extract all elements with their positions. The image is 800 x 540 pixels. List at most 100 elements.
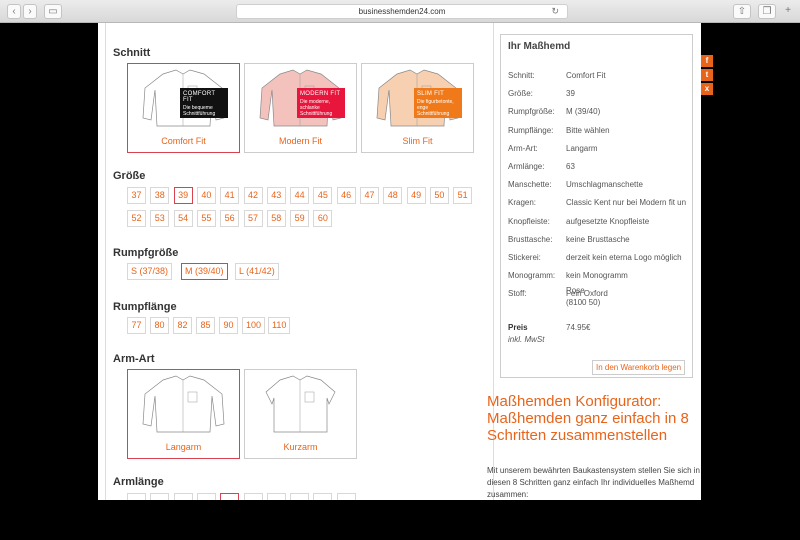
preis-value: 74.95€ [566,323,591,332]
schnitt-option-label: Modern Fit [278,136,322,146]
sidebar-icon[interactable]: ▭ [44,4,62,19]
configurator-column: Schnitt COMFORT FIT Die bequeme Schnittfü… [105,23,494,500]
rumpfgroesse-option[interactable]: M (39/40) [181,263,228,280]
summary-value: 39 [566,89,575,99]
schnitt-option-modern-fit[interactable]: MODERN FIT Die moderne, schlanke Schnittf… [244,63,357,153]
size-option[interactable]: 37 [127,187,146,204]
share-icon[interactable]: ⇧ [733,4,751,19]
armart-heading: Arm-Art [113,353,155,365]
size-option[interactable]: 57 [243,210,263,227]
size-option[interactable]: 49 [406,187,426,204]
fit-tag-title: MODERN FIT [300,91,341,97]
fit-tag-text: Die figurbetonte, enge Schnittführung [417,99,454,117]
summary-value: Umschlagmanschette [566,180,643,190]
preis-label: Preis [508,323,528,332]
size-option[interactable]: 58 [266,210,286,227]
rumpflaenge-option[interactable]: 80 [150,317,169,334]
size-option[interactable]: 45 [313,187,333,204]
size-option[interactable]: 38 [150,187,170,204]
summary-panel: Ihr Maßhemd Schnitt: Comfort Fit Größe: 39 R… [500,34,693,378]
size-option[interactable]: 39 [173,187,193,204]
summary-key: Arm-Art: [508,143,538,153]
shirt-illustration [265,375,336,433]
shirt-illustration [142,375,225,433]
summary-title: Ihr Maßhemd [508,41,571,52]
armlaenge-option[interactable] [196,493,216,500]
size-option[interactable]: 47 [360,187,379,204]
size-option[interactable]: 50 [429,187,449,204]
rumpfgroesse-option[interactable]: L (41/42) [235,263,279,280]
groesse-heading: Größe [113,170,146,182]
armlaenge-option[interactable] [313,493,333,500]
schnitt-option-comfort-fit[interactable]: COMFORT FIT Die bequeme Schnittführung Com… [127,63,240,153]
summary-value: Langarm [566,143,598,153]
fit-tag: SLIM FIT Die figurbetonte, enge Schnittfü… [414,88,462,118]
size-option[interactable]: 43 [266,187,286,204]
summary-key: Armlänge: [508,162,545,171]
armlaenge-option[interactable] [336,493,356,500]
summary-value: 63 [566,162,575,171]
size-option[interactable]: 51 [453,187,473,204]
tabs-icon[interactable]: ❐ [758,4,776,19]
summary-key: Größe: [508,89,533,99]
rumpflaenge-option[interactable]: 82 [173,317,192,334]
summary-key: Stoff: [508,289,527,299]
reload-icon[interactable]: ↻ [551,5,559,18]
summary-key: Kragen: [508,198,537,208]
add-to-cart-button[interactable]: In den Warenkorb legen [592,360,686,375]
size-option[interactable]: 44 [290,187,310,204]
size-option[interactable]: 40 [196,187,216,204]
facebook-icon[interactable]: f [701,55,713,67]
armart-option-kurzarm[interactable]: Kurzarm [244,369,357,459]
armlaenge-option[interactable] [290,493,310,500]
preis-note: inkl. MwSt [508,335,545,344]
forward-icon[interactable]: › [23,4,37,19]
size-option[interactable]: 42 [243,187,263,204]
armlaenge-option[interactable] [243,493,263,500]
size-option[interactable]: 59 [290,210,310,227]
browser-toolbar: ‹ › ▭ businesshemden24.com ↻ ⇧ ❐ + [0,0,800,23]
size-option[interactable]: 56 [220,210,240,227]
summary-key: Knopfleiste: [508,216,550,226]
size-option[interactable]: 46 [336,187,356,204]
armlaenge-option[interactable] [150,493,170,500]
summary-key: Schnitt: [508,71,535,80]
twitter-icon[interactable]: t [701,69,713,81]
web-page: Schnitt COMFORT FIT Die bequeme Schnittfü… [98,23,701,500]
rumpflaenge-option[interactable]: 110 [268,317,291,334]
xing-icon[interactable]: x [701,83,713,95]
summary-key: Brusttasche: [508,234,553,244]
rumpflaenge-option[interactable]: 90 [219,317,238,334]
rumpflaenge-option[interactable]: 77 [127,317,146,334]
size-option[interactable]: 41 [220,187,240,204]
size-option[interactable]: 48 [383,187,403,204]
armlaenge-option[interactable] [173,493,193,500]
back-icon[interactable]: ‹ [7,4,21,19]
rumpflaenge-option[interactable]: 85 [196,317,215,334]
address-bar[interactable]: businesshemden24.com ↻ [236,4,568,19]
rumpflaenge-heading: Rumpflänge [113,301,177,313]
size-option[interactable]: 54 [173,210,193,227]
summary-value: aufgesetzte Knopfleiste [566,216,650,226]
armart-option-langarm[interactable]: Langarm [127,369,240,459]
summary-key: Rumpfgröße: [508,107,555,117]
armlaenge-option[interactable] [266,493,286,500]
fit-tag: MODERN FIT Die moderne, schlanke Schnittf… [297,88,345,118]
size-option[interactable]: 55 [196,210,216,227]
size-option[interactable]: 52 [127,210,146,227]
size-option[interactable]: 60 [313,210,333,227]
armlaenge-option[interactable] [220,493,240,500]
armart-option-label: Kurzarm [283,442,318,452]
rumpflaenge-option[interactable]: 100 [242,317,266,334]
size-option[interactable]: 53 [150,210,170,227]
schnitt-heading: Schnitt [113,47,151,59]
summary-key: Manschette: [508,180,552,190]
rumpfgroesse-option[interactable]: S (37/38) [127,263,173,280]
summary-value: Bitte wählen [566,125,610,135]
intro-text: Mit unserem bewährten Baukastensystem st… [487,466,700,499]
schnitt-option-slim-fit[interactable]: SLIM FIT Die figurbetonte, enge Schnittfü… [361,63,474,153]
rumpfgroesse-heading: Rumpfgröße [113,247,179,259]
armlaenge-option[interactable] [127,493,146,500]
new-tab-icon[interactable]: + [781,4,795,19]
summary-value: Comfort Fit [566,71,606,80]
